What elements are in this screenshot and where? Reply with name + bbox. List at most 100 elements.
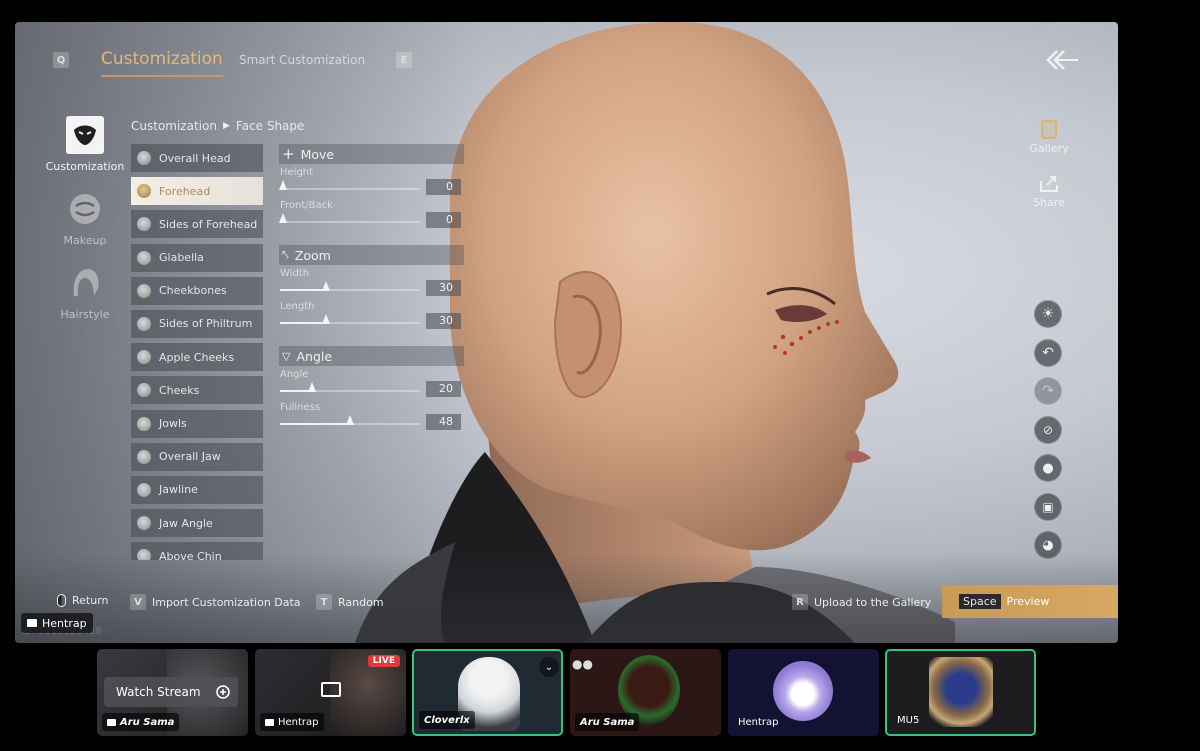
slider-thumb[interactable] bbox=[346, 415, 354, 425]
slider-label: Front/Back bbox=[280, 200, 333, 211]
slider-thumb[interactable] bbox=[278, 213, 287, 223]
part-sides-of-philtrum[interactable]: Sides of Philtrum bbox=[131, 309, 263, 338]
category-label: Hairstyle bbox=[60, 308, 110, 321]
forehead-part-icon bbox=[137, 184, 151, 199]
participant-name: Hentrap bbox=[738, 716, 779, 728]
random-hint[interactable]: T Random bbox=[316, 594, 384, 610]
angle-icon: ▽ bbox=[282, 349, 291, 363]
part-cheeks[interactable]: Cheeks bbox=[131, 376, 263, 405]
section-title: Angle bbox=[296, 348, 333, 364]
slider-value[interactable]: 0 bbox=[426, 179, 461, 195]
slider-value[interactable]: 48 bbox=[426, 414, 461, 430]
participant-tile-cloverlx[interactable]: ⌄ Cloverlx bbox=[412, 649, 563, 736]
participant-tile-hentrap[interactable]: Hentrap bbox=[728, 649, 879, 736]
head-part-icon bbox=[137, 151, 151, 165]
key-space-hint: Space bbox=[959, 594, 1001, 609]
slider-track[interactable] bbox=[278, 180, 420, 190]
head-icon: ● bbox=[1042, 460, 1054, 476]
return-hint[interactable]: Return bbox=[57, 594, 109, 607]
screen-share-icon bbox=[265, 718, 274, 726]
import-hint[interactable]: V Import Customization Data bbox=[130, 594, 301, 610]
preview-button[interactable]: Space Preview bbox=[942, 585, 1118, 618]
participant-tile-aru-sama[interactable]: ●● Aru Sama bbox=[570, 649, 721, 736]
part-forehead[interactable]: Forehead bbox=[131, 177, 263, 206]
participant-tile-hentrap-live[interactable]: LIVE Hentrap bbox=[255, 649, 406, 736]
face-view-button[interactable]: ◕ bbox=[1034, 531, 1062, 559]
slider-front-back[interactable]: Front/Back 0 bbox=[278, 197, 464, 230]
category-hairstyle[interactable]: Hairstyle bbox=[45, 264, 125, 321]
part-jowls[interactable]: Jowls bbox=[131, 409, 263, 438]
part-glabella[interactable]: Glabella bbox=[131, 243, 263, 272]
breadcrumb-current: Face Shape bbox=[235, 119, 305, 133]
slider-track[interactable] bbox=[280, 314, 420, 324]
chevron-down-icon[interactable]: ⌄ bbox=[539, 657, 559, 677]
gallery-button[interactable]: Gallery bbox=[1025, 120, 1073, 155]
upload-label: Upload to the Gallery bbox=[814, 595, 932, 609]
slider-length[interactable]: Length 30 bbox=[279, 298, 464, 331]
section-title: Zoom bbox=[294, 247, 331, 263]
part-jawline[interactable]: Jawline bbox=[131, 475, 263, 504]
part-label: Glabella bbox=[159, 251, 204, 265]
slider-thumb[interactable] bbox=[322, 281, 331, 291]
makeup-icon bbox=[66, 190, 104, 228]
glabella-part-icon bbox=[137, 250, 151, 265]
part-apple-cheeks[interactable]: Apple Cheeks bbox=[131, 343, 263, 372]
slider-label: Width bbox=[280, 268, 310, 279]
adjustment-panel: + Move Height 0 Front/Back 0 ⤣ Zoom Widt… bbox=[278, 144, 464, 432]
slider-label: Angle bbox=[280, 369, 309, 380]
part-jaw-angle[interactable]: Jaw Angle bbox=[131, 509, 263, 538]
watch-stream-button[interactable]: Watch Stream bbox=[104, 677, 213, 707]
slider-width[interactable]: Width 30 bbox=[279, 265, 464, 298]
face-part-list: Overall Head Forehead Sides of Forehead … bbox=[131, 144, 263, 560]
slider-track[interactable] bbox=[280, 382, 420, 392]
mouse-icon bbox=[57, 594, 66, 607]
undo-button[interactable]: ↶ bbox=[1034, 338, 1062, 367]
tab-customization[interactable]: Customization bbox=[101, 49, 223, 77]
participant-name: Aru Sama bbox=[102, 713, 180, 731]
add-viewer-button[interactable] bbox=[208, 677, 238, 707]
light-button[interactable]: ☀ bbox=[1034, 300, 1062, 328]
section-angle: ▽ Angle bbox=[279, 346, 464, 366]
part-label: Sides of Philtrum bbox=[159, 317, 253, 331]
streamer-tag: Hentrap bbox=[21, 613, 93, 633]
hide-button[interactable]: ⊘ bbox=[1034, 415, 1062, 444]
slider-angle[interactable]: Angle 20 bbox=[279, 366, 464, 399]
part-overall-jaw[interactable]: Overall Jaw bbox=[131, 442, 263, 471]
head-view-button[interactable]: ● bbox=[1034, 454, 1062, 482]
part-label: Cheekbones bbox=[159, 284, 227, 298]
slider-fullness[interactable]: Fullness 48 bbox=[279, 399, 464, 432]
slider-height[interactable]: Height 0 bbox=[278, 164, 464, 197]
upload-hint[interactable]: R Upload to the Gallery bbox=[792, 594, 931, 610]
participant-name: MU5 bbox=[897, 714, 920, 726]
tab-smart-customization[interactable]: Smart Customization bbox=[239, 53, 365, 67]
category-makeup[interactable]: Makeup bbox=[45, 190, 125, 247]
slider-value[interactable]: 30 bbox=[426, 280, 461, 296]
share-icon bbox=[1040, 176, 1058, 192]
part-above-chin[interactable]: Above Chin bbox=[131, 542, 263, 560]
slider-track[interactable] bbox=[280, 281, 420, 291]
category-customization[interactable]: Customization bbox=[45, 116, 125, 173]
breadcrumb-root[interactable]: Customization bbox=[131, 119, 217, 133]
slider-value[interactable]: 20 bbox=[426, 381, 461, 397]
participant-tile-aru-sama-stream[interactable]: Watch Stream Aru Sama bbox=[97, 649, 248, 736]
slider-value[interactable]: 0 bbox=[426, 212, 461, 228]
cheekbones-part-icon bbox=[137, 283, 151, 298]
slider-thumb[interactable] bbox=[278, 180, 287, 190]
part-cheekbones[interactable]: Cheekbones bbox=[131, 276, 263, 305]
participant-tile-mu5[interactable]: MU5 bbox=[885, 649, 1036, 736]
chin-part-icon bbox=[137, 549, 151, 560]
slider-thumb[interactable] bbox=[308, 382, 317, 392]
portrait-button[interactable]: ▣ bbox=[1034, 492, 1062, 521]
slider-track[interactable] bbox=[280, 415, 420, 425]
slider-thumb[interactable] bbox=[322, 314, 331, 324]
redo-button[interactable]: ↷ bbox=[1034, 377, 1062, 405]
part-overall-head[interactable]: Overall Head bbox=[131, 144, 263, 172]
add-viewer-icon bbox=[216, 685, 230, 699]
slider-track[interactable] bbox=[278, 213, 420, 223]
share-button[interactable]: Share bbox=[1025, 175, 1073, 209]
jawline-part-icon bbox=[137, 482, 151, 497]
part-sides-of-forehead[interactable]: Sides of Forehead bbox=[131, 210, 263, 239]
slider-value[interactable]: 30 bbox=[426, 313, 461, 329]
back-arrow-icon[interactable] bbox=[1045, 49, 1079, 71]
part-label: Sides of Forehead bbox=[159, 217, 258, 231]
